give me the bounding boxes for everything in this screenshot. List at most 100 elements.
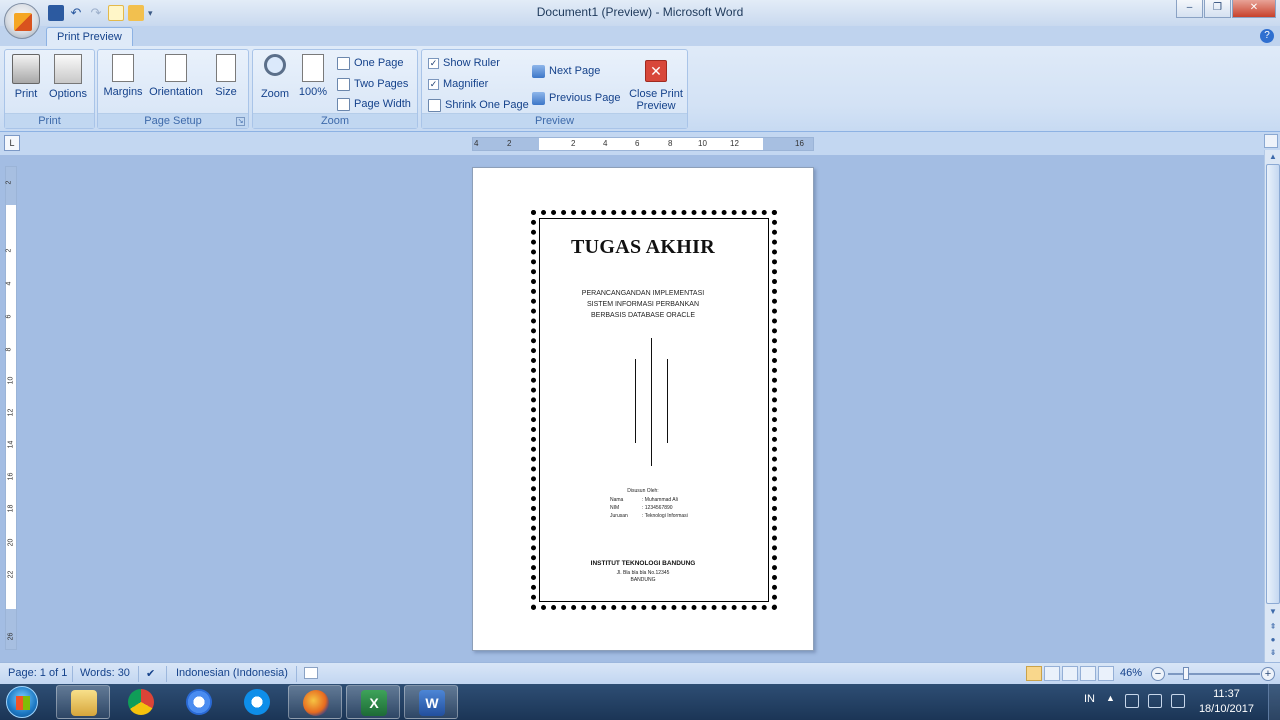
info-key: Nama [610,497,624,503]
close-preview-label-1: Close Print [629,88,683,100]
clock[interactable]: 11:37 18/10/2017 [1199,687,1254,717]
restore-button[interactable]: ❐ [1204,0,1231,18]
zoom-group-label: Zoom [253,113,417,128]
zoom-out-button[interactable]: − [1151,667,1165,681]
print-button[interactable]: Print [11,54,41,100]
start-button[interactable] [6,686,38,718]
browse-object-icon[interactable]: ● [1266,633,1280,647]
close-preview-label-2: Preview [636,100,676,112]
office-button[interactable] [4,3,40,39]
top-margin-shade [6,167,16,205]
next-page-button[interactable]: Next Page [532,62,600,80]
document-title: TUGAS AKHIR [571,236,715,258]
divider [138,666,139,682]
ruler-row: L 4 2 2 4 6 8 10 12 16 [0,132,1280,155]
web-layout-view-icon[interactable] [1062,666,1078,681]
magnifier-checkbox[interactable]: ✓ Magnifier [428,75,488,93]
divider [72,666,73,682]
scroll-down-icon[interactable]: ▼ [1266,605,1280,619]
close-button[interactable]: ✕ [1232,0,1276,18]
info-value: : 1234567890 [642,505,673,511]
minimize-button[interactable]: – [1176,0,1203,18]
margins-button[interactable]: Margins [102,54,144,98]
close-print-preview-button[interactable]: ✕ Close Print Preview [626,54,686,112]
ruler-tick: 16 [795,139,804,148]
ruler-tick: 6 [5,314,13,319]
taskbar-chrome[interactable] [114,685,168,719]
action-center-icon[interactable] [1125,694,1139,708]
one-page-button[interactable]: One Page [337,54,404,72]
status-bar: Page: 1 of 1 Words: 30 ✔ Indonesian (Ind… [0,662,1280,684]
size-label: Size [215,86,237,98]
full-screen-reading-view-icon[interactable] [1044,666,1060,681]
word-count[interactable]: Words: 30 [80,667,130,679]
previous-page-button[interactable]: Previous Page [532,89,621,107]
close-preview-icon: ✕ [645,60,667,82]
zoom-level[interactable]: 46% [1120,667,1142,679]
taskbar-word[interactable]: W [404,685,458,719]
clock-date: 18/10/2017 [1198,703,1254,715]
horizontal-ruler[interactable]: 4 2 2 4 6 8 10 12 16 [472,137,814,151]
print-group-label: Print [5,113,94,128]
ruler-tick: 14 [7,440,15,449]
document-subtitle: PERANCANGANDAN IMPLEMENTASI SISTEM INFOR… [473,288,813,321]
outline-view-icon[interactable] [1080,666,1096,681]
magnifier-icon [264,54,286,76]
shrink-one-page-button[interactable]: Shrink One Page [428,96,529,114]
vertical-scrollbar[interactable]: ▲ ▼ ⇞ ● ⇟ [1264,150,1280,662]
show-desktop-button[interactable] [1268,684,1280,720]
one-page-label: One Page [354,57,404,69]
zoom-button[interactable]: Zoom [259,54,291,100]
draft-view-icon[interactable] [1098,666,1114,681]
scroll-up-icon[interactable]: ▲ [1266,150,1280,164]
print-layout-view-icon[interactable] [1026,666,1042,681]
volume-icon[interactable] [1148,694,1162,708]
size-button[interactable]: Size [210,54,242,98]
macro-record-icon[interactable] [304,667,318,679]
proofing-check-icon[interactable]: ✔ [146,667,155,680]
info-key: Jurusan [610,513,628,519]
view-ruler-icon[interactable] [1264,134,1278,148]
page-setup-group-label: Page Setup [98,113,248,128]
options-button[interactable]: Options [47,54,89,100]
taskbar-firefox[interactable] [288,685,342,719]
page-setup-launcher-icon[interactable]: ↘ [236,117,245,126]
two-pages-button[interactable]: Two Pages [337,75,408,93]
network-icon[interactable] [1171,694,1185,708]
taskbar-excel[interactable]: X [346,685,400,719]
file-explorer-icon [71,690,97,716]
next-page-scroll-icon[interactable]: ⇟ [1266,646,1280,660]
orientation-label: Orientation [149,86,203,98]
page-count[interactable]: Page: 1 of 1 [8,667,67,679]
taskbar-chrome-alt[interactable] [172,685,226,719]
help-icon[interactable]: ? [1260,29,1274,43]
scroll-thumb[interactable] [1266,164,1280,604]
zoom-in-button[interactable]: + [1261,667,1275,681]
orientation-button[interactable]: Orientation [146,54,206,98]
zoom-100-label: 100% [298,86,328,98]
page-width-button[interactable]: Page Width [337,95,411,113]
tab-selector[interactable]: L [4,135,20,151]
bottom-margin-shade [6,609,16,649]
taskbar-teamviewer[interactable] [230,685,284,719]
zoom-slider-track[interactable] [1168,673,1260,675]
zoom-slider-thumb[interactable] [1183,667,1189,680]
language-bar[interactable]: IN [1084,693,1095,705]
show-hidden-icons-icon[interactable]: ▲ [1106,693,1115,703]
document-page[interactable]: TUGAS AKHIR PERANCANGANDAN IMPLEMENTASI … [472,167,814,651]
excel-icon: X [361,690,387,716]
subtitle-line-1: PERANCANGANDAN IMPLEMENTASI [581,290,705,297]
subtitle-line-2: SISTEM INFORMASI PERBANKAN [586,301,700,308]
previous-page-scroll-icon[interactable]: ⇞ [1266,620,1280,634]
ruler-tick: 20 [7,538,15,547]
zoom-100-button[interactable]: 100% [297,54,329,98]
size-icon [216,54,236,82]
taskbar-explorer[interactable] [56,685,110,719]
two-pages-icon [337,77,350,91]
info-value: : Teknologi Informasi [642,513,688,519]
left-margin-shade [473,138,539,150]
vertical-ruler[interactable]: 2 2 4 6 8 10 12 14 16 18 20 22 26 [5,166,17,650]
show-ruler-checkbox[interactable]: ✓ Show Ruler [428,54,500,72]
language-indicator[interactable]: Indonesian (Indonesia) [176,667,288,679]
tab-print-preview[interactable]: Print Preview [46,27,133,47]
